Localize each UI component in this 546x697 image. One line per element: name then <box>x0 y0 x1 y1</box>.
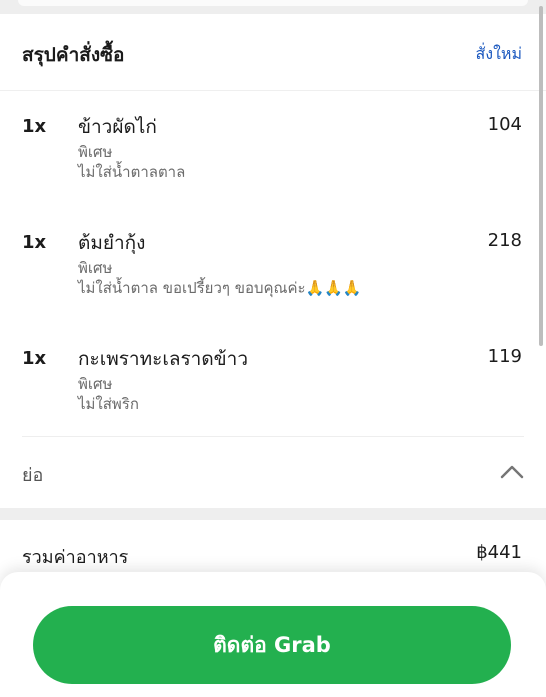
collapse-row[interactable]: ย่อ <box>0 438 546 508</box>
divider <box>22 436 524 437</box>
order-item: 1x ข้าวผัดไก่ 104 พิเศษ ไม่ใส่น้ำตาลตาล <box>0 90 546 206</box>
item-note-label: พิเศษ <box>78 375 113 393</box>
contact-grab-button[interactable]: ติดต่อ Grab <box>33 606 511 684</box>
item-name: ข้าวผัดไก่ <box>78 116 157 138</box>
item-note-text: ไม่ใส่น้ำตาล ขอเปรี้ยวๆ ขอบคุณค่ะ <box>78 279 306 297</box>
bottom-action-sheet: ติดต่อ Grab <box>0 572 546 697</box>
item-quantity: 1x <box>22 348 47 369</box>
item-name: ต้มยำกุ้ง <box>78 232 146 254</box>
item-note-label: พิเศษ <box>78 259 113 277</box>
scrollbar[interactable] <box>539 6 543 346</box>
summary-header: สรุปคำสั่งซื้อ สั่งใหม่ <box>0 14 546 91</box>
item-quantity: 1x <box>22 232 47 253</box>
item-note-label: พิเศษ <box>78 143 113 161</box>
food-total-value: ฿441 <box>476 542 522 563</box>
item-note-text: ไม่ใส่พริก <box>78 395 139 413</box>
collapse-label: ย่อ <box>22 465 44 486</box>
section-divider <box>0 508 546 520</box>
item-price: 104 <box>487 114 522 135</box>
food-total-label: รวมค่าอาหาร <box>22 547 129 568</box>
item-price: 218 <box>487 230 522 251</box>
item-note-line: ไม่ใส่น้ำตาล ขอเปรี้ยวๆ ขอบคุณค่ะ🙏🙏🙏 <box>78 278 362 298</box>
order-item: 1x กะเพราทะเลราดข้าว 119 พิเศษ ไม่ใส่พริ… <box>0 322 546 438</box>
praying-hands-icon: 🙏🙏🙏 <box>305 279 362 297</box>
order-item: 1x ต้มยำกุ้ง 218 พิเศษ ไม่ใส่น้ำตาล ขอเป… <box>0 206 546 322</box>
order-summary-card: สรุปคำสั่งซื้อ สั่งใหม่ 1x ข้าวผัดไก่ 10… <box>0 14 546 508</box>
item-price: 119 <box>487 346 522 367</box>
item-quantity: 1x <box>22 116 47 137</box>
reorder-link[interactable]: สั่งใหม่ <box>476 42 522 67</box>
top-divider-strip <box>0 0 546 14</box>
chevron-up-icon[interactable] <box>498 460 526 484</box>
item-note-text: ไม่ใส่น้ำตาลตาล <box>78 163 186 181</box>
summary-title: สรุปคำสั่งซื้อ <box>22 44 125 66</box>
item-name: กะเพราทะเลราดข้าว <box>78 348 249 370</box>
